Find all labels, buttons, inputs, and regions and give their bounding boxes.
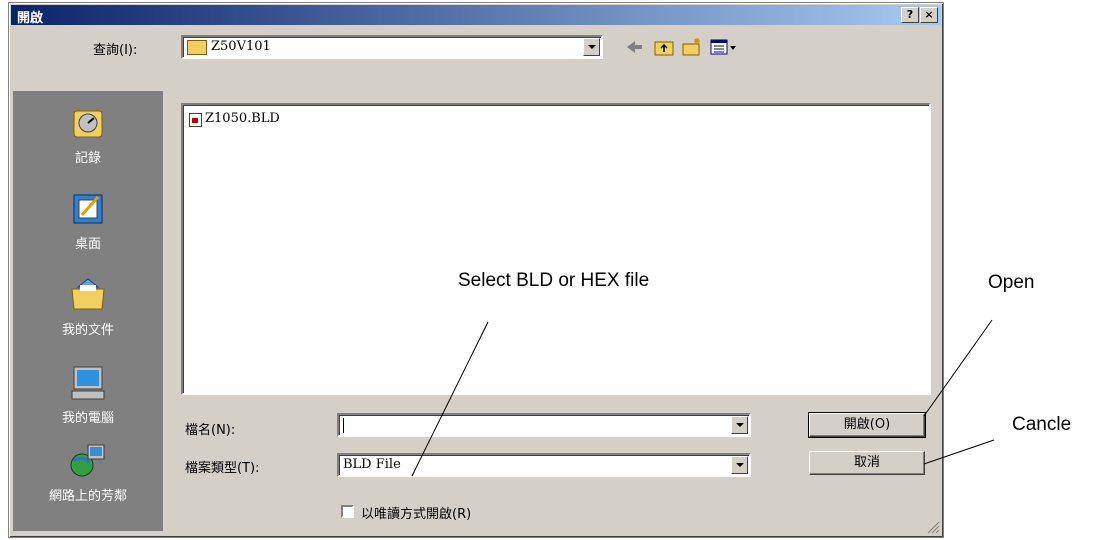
look-in-dropdown-button[interactable] <box>583 38 600 56</box>
annotation-cancel: Cancle <box>1012 414 1072 435</box>
title-bar[interactable]: 開啟 ? × <box>11 5 941 26</box>
readonly-label: 以唯讀方式開啟(R) <box>361 507 472 522</box>
annotation-open: Open <box>988 272 1035 293</box>
filename-field[interactable] <box>337 413 751 437</box>
readonly-checkbox[interactable] <box>341 505 354 518</box>
place-network[interactable]: 網路上的芳鄰 <box>13 443 163 504</box>
place-label: 桌面 <box>74 237 101 252</box>
filetype-dropdown-button[interactable] <box>731 456 748 474</box>
close-button[interactable]: × <box>920 7 938 23</box>
open-button[interactable]: 開啟(O) <box>808 412 926 438</box>
history-icon <box>73 110 103 138</box>
help-button[interactable]: ? <box>901 7 919 23</box>
places-bar: 記錄 桌面 我的文件 我的電腦 網路上的芳鄰 <box>13 91 163 531</box>
place-desktop[interactable]: 桌面 <box>13 191 163 252</box>
my-documents-icon <box>71 278 105 310</box>
filetype-label: 檔案類型(T): <box>185 461 260 476</box>
look-in-label: 查詢(I): <box>93 43 138 58</box>
look-in-combo[interactable]: Z50V101 <box>181 35 603 59</box>
filename-dropdown-button[interactable] <box>731 416 748 434</box>
filetype-combo[interactable]: BLD File <box>337 453 751 477</box>
filename-label: 檔名(N): <box>185 423 236 438</box>
annotation-select: Select BLD or HEX file <box>458 270 650 291</box>
place-my-documents[interactable]: 我的文件 <box>13 277 163 338</box>
up-folder-icon[interactable] <box>653 37 675 57</box>
desktop-icon <box>73 194 103 224</box>
text-cursor <box>343 418 344 433</box>
file-name: Z1050.BLD <box>205 111 280 126</box>
folder-icon <box>187 40 207 55</box>
place-label: 我的文件 <box>61 323 114 338</box>
place-my-computer[interactable]: 我的電腦 <box>13 365 163 426</box>
view-menu-icon[interactable] <box>709 37 739 57</box>
bld-file-icon <box>189 113 202 127</box>
file-list[interactable]: Z1050.BLD <box>181 103 931 395</box>
place-label: 我的電腦 <box>61 411 114 426</box>
network-places-icon <box>70 444 105 477</box>
dialog-title: 開啟 <box>17 11 44 26</box>
place-history[interactable]: 記錄 <box>13 105 163 166</box>
my-computer-icon <box>71 366 105 400</box>
filetype-value: BLD File <box>343 457 401 472</box>
place-label: 網路上的芳鄰 <box>48 489 127 504</box>
back-arrow-icon[interactable] <box>623 37 645 57</box>
cancel-button[interactable]: 取消 <box>809 451 925 475</box>
look-in-value: Z50V101 <box>211 39 271 54</box>
place-label: 記錄 <box>74 151 101 166</box>
new-folder-icon[interactable] <box>681 37 703 57</box>
resize-grip-icon[interactable] <box>926 520 940 534</box>
